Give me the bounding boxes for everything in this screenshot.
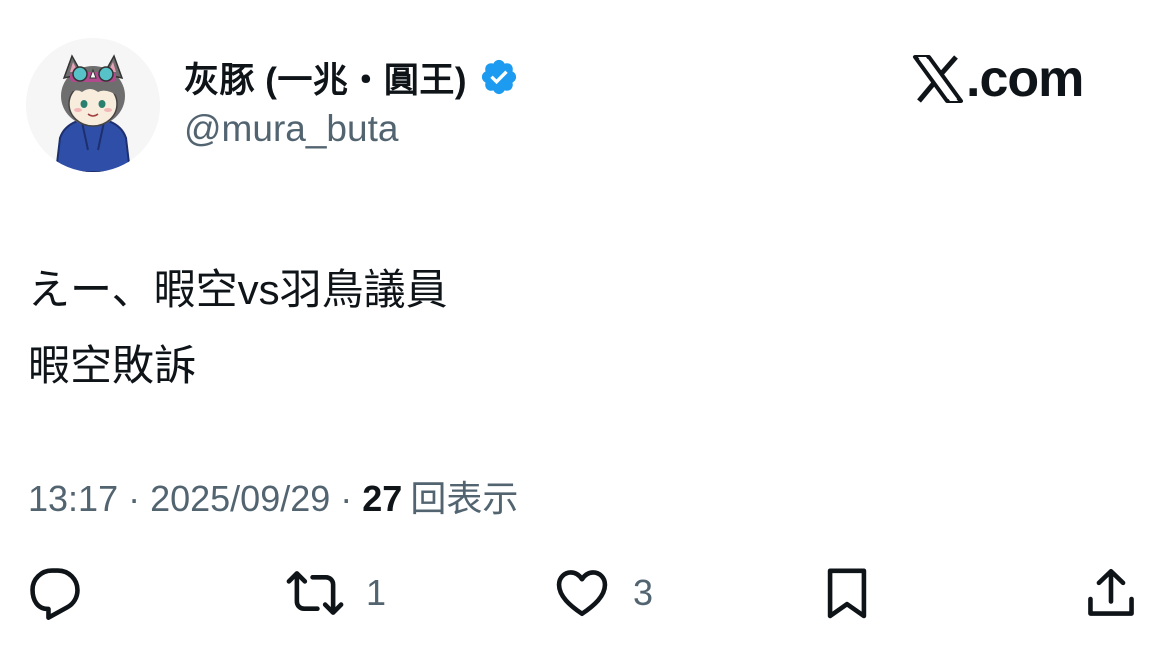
- reply-icon: [30, 568, 80, 620]
- tweet-meta: 13:17 · 2025/09/29 · 27 回表示: [28, 470, 518, 522]
- action-bar: 1 3: [0, 560, 1169, 630]
- brand-text: .com: [966, 50, 1084, 108]
- tweet-date[interactable]: 2025/09/29: [150, 478, 330, 520]
- retweet-button[interactable]: 1: [286, 560, 386, 626]
- views-label: 回表示: [410, 478, 519, 519]
- tweet-text: えー、暇空vs羽鳥議員 暇空敗訴: [28, 252, 448, 404]
- x-logo-icon: [913, 55, 963, 103]
- tweet-text-line: 暇空敗訴: [28, 342, 197, 389]
- meta-separator: ·: [340, 478, 353, 519]
- username-handle[interactable]: @mura_buta: [184, 108, 398, 150]
- tweet-text-line: えー、暇空vs羽鳥議員: [28, 266, 448, 313]
- bookmark-button[interactable]: [818, 560, 898, 626]
- tweet-card: 灰豚 (一兆・圓王) @mura_buta .com えー、暇空vs羽鳥議員 暇…: [0, 0, 1169, 669]
- reply-button[interactable]: [26, 560, 106, 626]
- like-button[interactable]: 3: [553, 560, 653, 626]
- avatar[interactable]: [26, 38, 160, 172]
- meta-separator: ·: [128, 478, 141, 519]
- heart-icon: [556, 570, 608, 617]
- share-button[interactable]: [1082, 560, 1162, 626]
- brand-logo: .com: [912, 50, 1084, 108]
- like-count: 3: [633, 572, 654, 613]
- retweet-count: 1: [366, 572, 387, 613]
- verified-badge-icon: [481, 59, 517, 95]
- retweet-icon: [286, 571, 344, 615]
- display-name[interactable]: 灰豚 (一兆・圓王): [184, 52, 467, 103]
- share-icon: [1088, 568, 1134, 616]
- author-name-row[interactable]: 灰豚 (一兆・圓王): [184, 52, 519, 102]
- tweet-time[interactable]: 13:17: [28, 478, 118, 520]
- views-count[interactable]: 27: [362, 478, 402, 520]
- bookmark-icon: [827, 568, 867, 619]
